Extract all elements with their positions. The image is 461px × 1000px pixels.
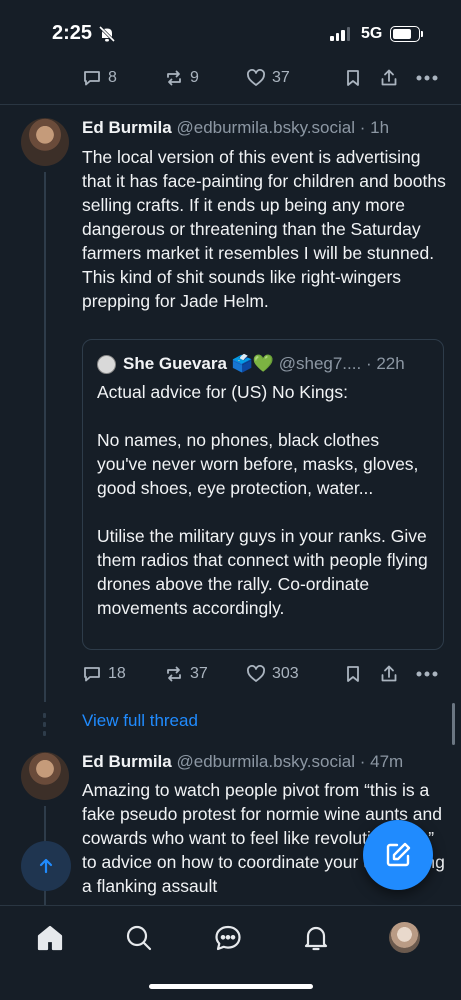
like-count: 37 xyxy=(272,69,290,86)
scroll-to-top-button[interactable] xyxy=(21,841,71,891)
post-time: · 1h xyxy=(359,118,390,137)
heart-icon xyxy=(247,69,265,86)
quote-avatar xyxy=(97,355,116,374)
quote-text: Actual advice for (US) No Kings: No name… xyxy=(97,380,432,620)
post-header: Ed Burmila @edburmila.bsky.social · 47m xyxy=(82,752,403,772)
thread-line xyxy=(44,172,46,702)
compose-pencil-icon xyxy=(386,842,411,867)
quote-author-name: She Guevara 🗳️💚 xyxy=(123,354,274,373)
reply-button[interactable]: 8 xyxy=(82,68,117,88)
repost-arrows-icon xyxy=(167,666,181,682)
avatar[interactable] xyxy=(21,118,69,166)
share-button[interactable] xyxy=(379,68,399,88)
quote-line: No names, no phones, black clothes you'v… xyxy=(97,430,419,498)
share-button[interactable] xyxy=(379,664,399,684)
author-name[interactable]: Ed Burmila xyxy=(82,752,172,771)
bell-icon xyxy=(304,926,328,951)
quote-line: Actual advice for (US) No Kings: xyxy=(97,382,348,402)
battery-icon xyxy=(390,26,420,42)
chat-icon xyxy=(215,925,241,951)
like-button[interactable]: 303 xyxy=(246,664,299,684)
repost-arrows-icon xyxy=(167,70,181,86)
repost-count: 37 xyxy=(190,665,208,682)
tab-notifications[interactable] xyxy=(300,922,332,954)
quote-header: She Guevara 🗳️💚 @sheg7.... · 22h xyxy=(123,354,405,374)
share-icon xyxy=(381,69,397,86)
reply-button[interactable]: 18 xyxy=(82,664,126,684)
scrollbar[interactable] xyxy=(452,703,455,745)
post-divider xyxy=(0,104,461,105)
bookmark-button[interactable] xyxy=(343,664,363,684)
home-icon xyxy=(37,925,63,951)
author-name[interactable]: Ed Burmila xyxy=(82,118,172,137)
share-icon xyxy=(381,665,397,682)
speech-bubble-icon xyxy=(84,71,100,86)
more-options-button[interactable] xyxy=(416,68,438,88)
search-icon xyxy=(126,925,152,951)
quoted-post[interactable]: She Guevara 🗳️💚 @sheg7.... · 22h Actual … xyxy=(82,339,444,650)
post-time: · 47m xyxy=(359,752,404,771)
repost-count: 9 xyxy=(190,69,199,86)
thread-dots xyxy=(43,713,47,740)
post-header: Ed Burmila @edburmila.bsky.social · 1h xyxy=(82,118,389,138)
avatar[interactable] xyxy=(21,752,69,800)
bookmark-icon xyxy=(347,70,359,86)
compose-button[interactable] xyxy=(363,820,433,890)
battery-tip xyxy=(421,31,423,37)
repost-button[interactable]: 37 xyxy=(164,664,208,684)
post-text: The local version of this event is adver… xyxy=(82,147,446,311)
home-indicator xyxy=(149,984,313,989)
like-button[interactable]: 37 xyxy=(246,68,290,88)
reply-count: 18 xyxy=(108,665,126,682)
ellipsis-icon xyxy=(416,671,438,677)
author-handle[interactable]: @edburmila.bsky.social xyxy=(176,118,355,137)
view-full-thread-link[interactable]: View full thread xyxy=(82,711,198,731)
bookmark-icon xyxy=(347,666,359,682)
quote-author-handle: @sheg7.... xyxy=(278,354,362,373)
signal-strength-icon xyxy=(330,27,350,41)
speech-bubble-icon xyxy=(84,667,100,682)
status-time: 2:25 xyxy=(52,22,93,44)
reply-count: 8 xyxy=(108,69,117,86)
more-options-button[interactable] xyxy=(416,664,438,684)
quote-time: · 22h xyxy=(365,354,405,373)
previous-post-actions: 8 9 37 xyxy=(82,66,444,90)
status-bar: 2:25 5G xyxy=(0,0,461,60)
quote-line: Utilise the military guys in your ranks.… xyxy=(97,526,428,618)
bell-off-icon xyxy=(98,25,116,43)
ellipsis-icon xyxy=(416,75,438,81)
bookmark-button[interactable] xyxy=(343,68,363,88)
arrow-up-icon xyxy=(39,858,53,874)
heart-icon xyxy=(247,665,265,682)
repost-button[interactable]: 9 xyxy=(164,68,199,88)
like-count: 303 xyxy=(272,665,299,682)
tab-search[interactable] xyxy=(123,922,155,954)
profile-avatar[interactable] xyxy=(389,922,420,953)
author-handle[interactable]: @edburmila.bsky.social xyxy=(176,752,355,771)
tab-home[interactable] xyxy=(34,922,66,954)
post-actions: 18 37 303 xyxy=(82,662,444,686)
network-type: 5G xyxy=(361,25,383,42)
tab-chat[interactable] xyxy=(212,922,244,954)
